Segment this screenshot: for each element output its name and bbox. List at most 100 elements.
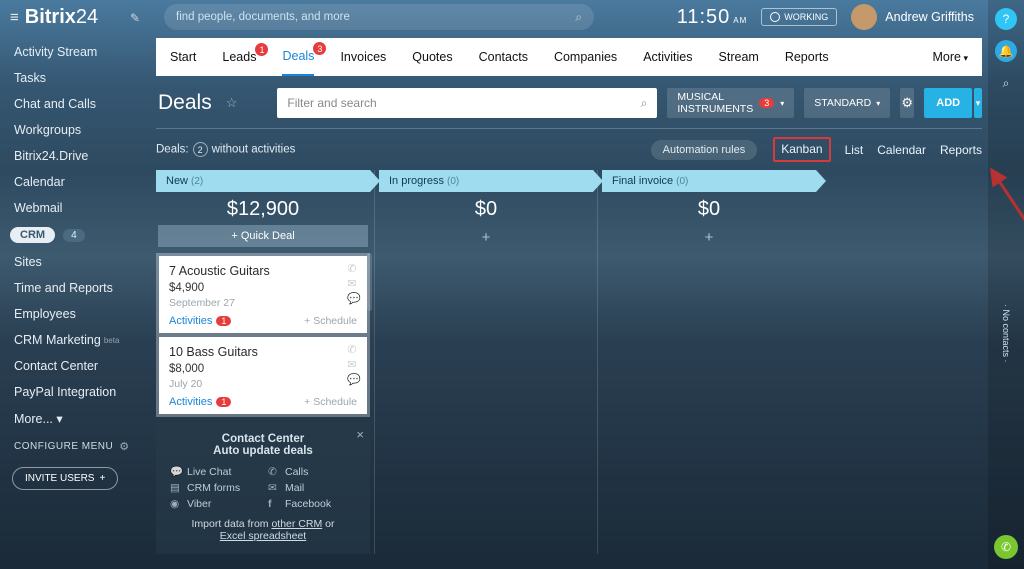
promo-viber[interactable]: ◉Viber [170,498,258,510]
tab-deals[interactable]: Deals3 [282,38,314,76]
sidebar-item-webmail[interactable]: Webmail [0,195,150,221]
tab-contacts[interactable]: Contacts [479,39,528,75]
tab-invoices[interactable]: Invoices [340,39,386,75]
user-name: Andrew Griffiths [885,10,974,24]
rail-search-icon[interactable]: ⌕ [995,72,1017,94]
star-icon[interactable]: ☆ [226,95,238,111]
tab-more[interactable]: More [932,39,968,75]
user-menu[interactable]: Andrew Griffiths [851,4,974,30]
deal-card[interactable]: ✆✉💬10 Bass Guitars$8,000July 20Activitie… [159,337,367,414]
card-date: July 20 [169,378,357,390]
tab-quotes[interactable]: Quotes [412,39,452,75]
card-schedule[interactable]: + Schedule [304,396,357,408]
add-card-button[interactable]: + [602,225,816,250]
tab-companies[interactable]: Companies [554,39,617,75]
card-list: ✆✉💬7 Acoustic Guitars$4,900September 27A… [156,253,370,417]
gear-icon: ⚙ [119,440,129,453]
notifications-icon[interactable]: 🔔 [995,40,1017,62]
tab-activities[interactable]: Activities [643,39,692,75]
quick-deal-button[interactable]: + Quick Deal [158,225,368,247]
clock: 11:50AM [677,6,748,29]
sidebar-item-time-and-reports[interactable]: Time and Reports [0,275,150,301]
column-sum: $0 [602,192,816,225]
promo-livechat[interactable]: 💬Live Chat [170,465,258,478]
sidebar-item-workgroups[interactable]: Workgroups [0,117,150,143]
promo-calls[interactable]: ✆Calls [268,465,356,478]
view-list[interactable]: List [845,143,864,157]
brand-label: Bitrix24 [25,6,98,29]
sidebar-item-sites[interactable]: Sites [0,249,150,275]
hamburger-icon[interactable]: ≡ [10,9,19,26]
promo-import: Import data from other CRM or Excel spre… [164,518,362,542]
column-sum: $12,900 [156,192,370,225]
avatar [851,4,877,30]
filter-search[interactable]: Filter and search ⌕ [277,88,657,118]
sidebar-item-contact-center[interactable]: Contact Center [0,353,150,379]
close-icon[interactable]: × [356,427,364,442]
no-contacts-label: · No contacts · [1001,304,1011,363]
sidebar-nav: Activity StreamTasksChat and CallsWorkgr… [0,33,150,432]
view-reports[interactable]: Reports [940,143,982,157]
card-amount: $8,000 [169,363,357,375]
phone-icon[interactable]: ✆ [347,262,361,275]
deal-card[interactable]: ✆✉💬7 Acoustic Guitars$4,900September 27A… [159,256,367,333]
sidebar-item-crm[interactable]: CRM4 [0,221,150,249]
stage-header[interactable]: In progress(0) [379,170,593,192]
view-kanban[interactable]: Kanban [773,137,830,162]
chat-icon[interactable]: 💬 [347,373,361,386]
mail-icon[interactable]: ✉ [347,277,361,290]
sidebar-item-activity-stream[interactable]: Activity Stream [0,39,150,65]
deals-count-label: Deals:2without activities [156,142,295,157]
promo-crmforms[interactable]: ▤CRM forms [170,482,258,494]
promo-mail[interactable]: ✉Mail [268,482,356,494]
invite-users-button[interactable]: INVITE USERS+ [12,467,118,490]
view-tabs: Kanban List Calendar Reports [773,137,982,162]
sidebar-item-bitrix24-drive[interactable]: Bitrix24.Drive [0,143,150,169]
sidebar-item-calendar[interactable]: Calendar [0,169,150,195]
global-search[interactable]: find people, documents, and more ⌕ [164,4,594,30]
sidebar-item-chat-and-calls[interactable]: Chat and Calls [0,91,150,117]
pipeline-selector[interactable]: MUSICAL INSTRUMENTS3 [667,88,794,118]
card-date: September 27 [169,297,357,309]
tab-leads[interactable]: Leads1 [222,39,256,75]
call-button[interactable]: ✆ [994,535,1018,559]
pencil-icon[interactable]: ✎ [130,11,140,25]
scrollbar-thumb[interactable] [367,253,372,311]
sidebar-item-crm-marketing[interactable]: CRM Marketingbeta [0,327,150,353]
promo-subtitle: Auto update deals [164,445,362,457]
mail-icon[interactable]: ✉ [347,358,361,371]
phone-icon[interactable]: ✆ [347,343,361,356]
chat-icon[interactable]: 💬 [347,292,361,305]
card-amount: $4,900 [169,282,357,294]
configure-menu[interactable]: CONFIGURE MENU⚙ [0,432,150,461]
stage-header[interactable]: New(2) [156,170,370,192]
working-status-button[interactable]: WORKING [761,8,837,26]
tab-stream[interactable]: Stream [719,39,759,75]
view-calendar[interactable]: Calendar [877,143,926,157]
sidebar-item-paypal-integration[interactable]: PayPal Integration [0,379,150,405]
page-title: Deals [156,91,212,115]
kanban-column-final-invoice: Final invoice(0)$0+ [602,170,816,250]
tab-start[interactable]: Start [170,39,196,75]
standard-selector[interactable]: STANDARD▾ [804,88,890,118]
card-schedule[interactable]: + Schedule [304,315,357,327]
card-activities[interactable]: Activities 1 [169,315,231,327]
add-split-button[interactable]: ▾ [974,88,982,118]
promo-title: Contact Center [164,433,362,445]
automation-rules-button[interactable]: Automation rules [651,140,758,160]
logo-row: ≡ Bitrix24 ✎ [0,6,150,33]
settings-button[interactable]: ⚙ [900,88,914,118]
column-separator [597,170,598,554]
sidebar-item-employees[interactable]: Employees [0,301,150,327]
add-card-button[interactable]: + [379,225,593,250]
top-bar: find people, documents, and more ⌕ 11:50… [150,0,988,34]
add-button[interactable]: ADD [924,88,972,118]
tab-reports[interactable]: Reports [785,39,829,75]
sidebar-item-more-[interactable]: More... ▾ [0,405,150,432]
promo-facebook[interactable]: fFacebook [268,498,356,510]
stage-header[interactable]: Final invoice(0) [602,170,816,192]
card-activities[interactable]: Activities 1 [169,396,231,408]
crm-tabbar: Start Leads1 Deals3 Invoices Quotes Contacts C… [156,38,982,76]
help-icon[interactable]: ? [995,8,1017,30]
sidebar-item-tasks[interactable]: Tasks [0,65,150,91]
